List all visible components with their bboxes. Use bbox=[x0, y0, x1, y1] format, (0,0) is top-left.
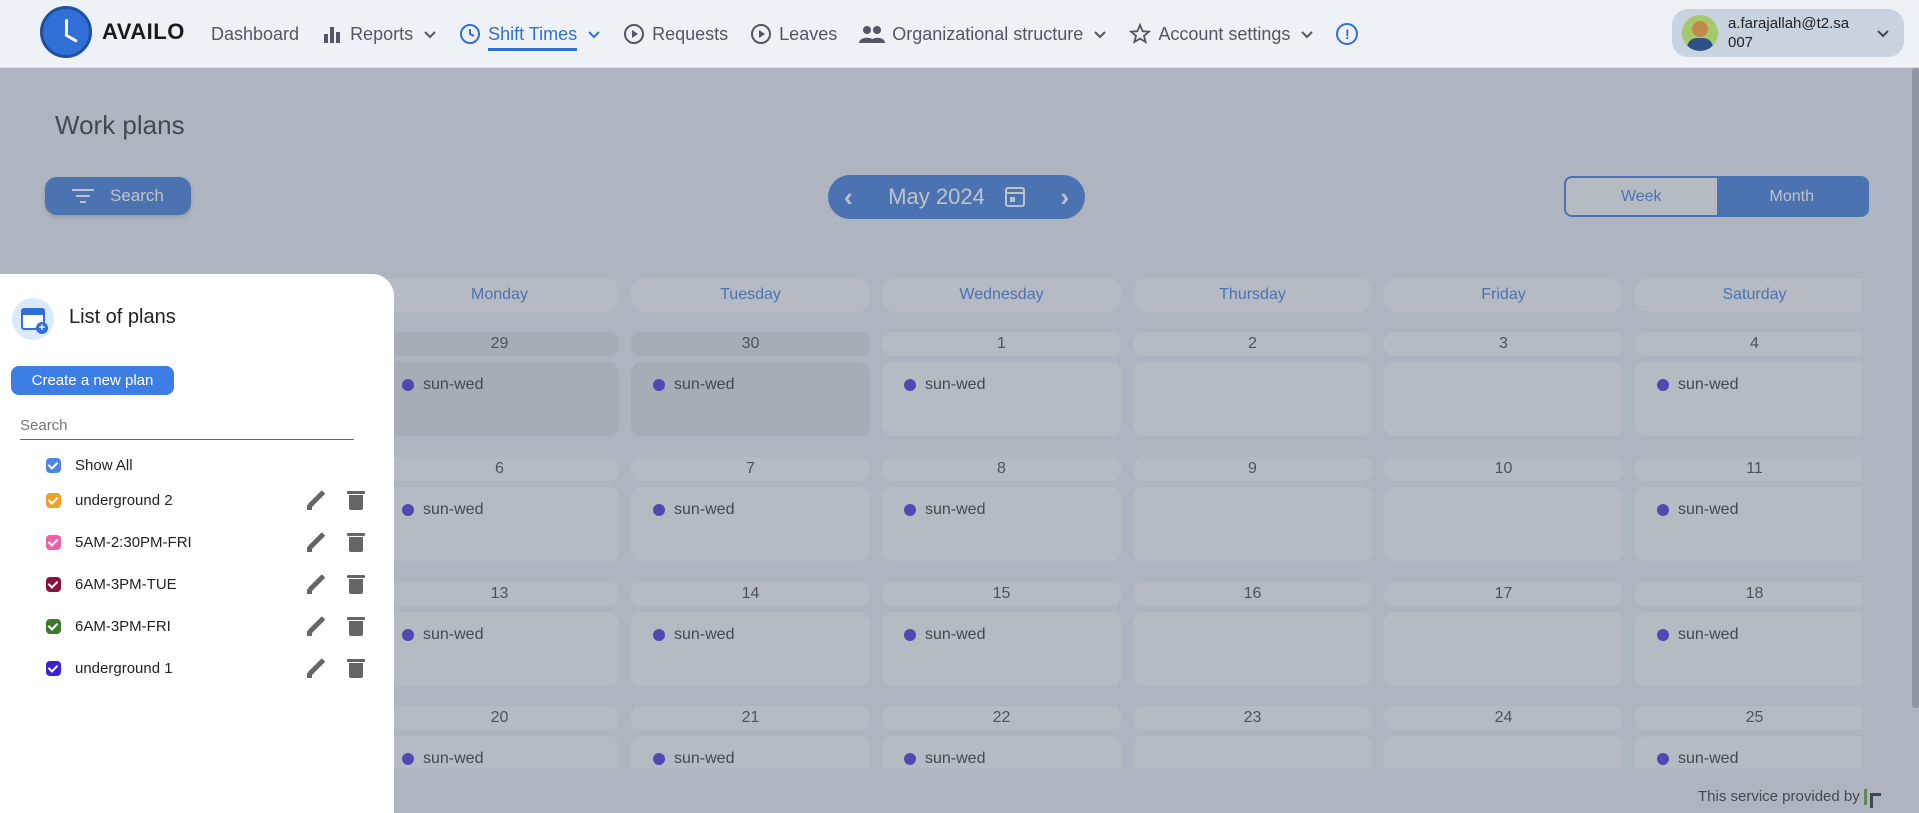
plan-label: 6AM-3PM-TUE bbox=[75, 575, 177, 593]
chevron-down-icon bbox=[1300, 27, 1314, 41]
nav-requests[interactable]: Requests bbox=[623, 0, 728, 68]
create-plan-button[interactable]: Create a new plan bbox=[11, 366, 174, 395]
nav-shift-times[interactable]: Shift Times bbox=[459, 0, 601, 68]
play-circle-icon bbox=[750, 23, 772, 45]
nav-leaves[interactable]: Leaves bbox=[750, 0, 837, 68]
edit-icon[interactable] bbox=[306, 574, 326, 594]
logo-clock-icon bbox=[40, 6, 92, 58]
top-navigation-bar: AVAILO Dashboard Reports Shift Times Req… bbox=[0, 0, 1919, 68]
play-circle-icon bbox=[623, 23, 645, 45]
nav-label: Shift Times bbox=[488, 24, 578, 51]
plan-label: Show All bbox=[75, 456, 133, 474]
user-email: a.farajallah@t2.sa bbox=[1728, 15, 1850, 32]
avatar bbox=[1682, 15, 1718, 51]
delete-icon[interactable] bbox=[347, 616, 365, 636]
user-info: a.farajallah@t2.sa 007 bbox=[1728, 14, 1849, 52]
plan-checkbox[interactable] bbox=[46, 534, 61, 550]
plan-item[interactable]: Show All bbox=[46, 450, 376, 480]
chevron-down-icon bbox=[423, 27, 437, 41]
user-menu[interactable]: a.farajallah@t2.sa 007 bbox=[1672, 9, 1904, 57]
delete-icon[interactable] bbox=[347, 532, 365, 552]
nav-label: Dashboard bbox=[211, 23, 300, 44]
chevron-down-icon bbox=[1876, 26, 1890, 45]
user-id: 007 bbox=[1728, 34, 1754, 51]
delete-icon[interactable] bbox=[347, 490, 365, 510]
main-nav: Dashboard Reports Shift Times Requests L… bbox=[211, 0, 1359, 68]
bar-chart-icon bbox=[321, 23, 343, 45]
chevron-down-icon bbox=[1093, 27, 1107, 41]
plan-checkbox[interactable] bbox=[46, 576, 61, 592]
brand-name: AVAILO bbox=[102, 19, 185, 44]
plan-checkbox[interactable] bbox=[46, 457, 61, 473]
app-logo[interactable]: AVAILO bbox=[40, 6, 185, 58]
plan-label: 6AM-3PM-FRI bbox=[75, 617, 171, 635]
nav-label: Organizational structure bbox=[892, 23, 1084, 44]
plans-panel: + List of plans Create a new plan Show A… bbox=[0, 274, 394, 813]
nav-label: Leaves bbox=[779, 23, 838, 44]
nav-organizational-structure[interactable]: Organizational structure bbox=[859, 0, 1107, 68]
panel-title: List of plans bbox=[69, 306, 176, 328]
chevron-down-icon bbox=[587, 27, 601, 41]
nav-account-settings[interactable]: Account settings bbox=[1129, 0, 1314, 68]
plan-search-input[interactable] bbox=[20, 412, 354, 440]
edit-icon[interactable] bbox=[306, 490, 326, 510]
people-icon bbox=[859, 23, 886, 45]
nav-label: Requests bbox=[652, 23, 729, 44]
plan-checkbox[interactable] bbox=[46, 492, 61, 508]
info-icon[interactable]: ! bbox=[1336, 23, 1359, 45]
nav-dashboard[interactable]: Dashboard bbox=[211, 0, 299, 68]
nav-reports[interactable]: Reports bbox=[321, 0, 437, 68]
edit-icon[interactable] bbox=[306, 658, 326, 678]
plan-checkbox[interactable] bbox=[46, 618, 61, 634]
nav-label: Account settings bbox=[1158, 23, 1291, 44]
plan-label: underground 2 bbox=[75, 491, 173, 509]
delete-icon[interactable] bbox=[347, 574, 365, 594]
clock-icon bbox=[459, 23, 481, 45]
star-icon bbox=[1129, 23, 1152, 45]
plan-label: 5AM-2:30PM-FRI bbox=[75, 533, 192, 551]
delete-icon[interactable] bbox=[347, 658, 365, 678]
calendar-plus-icon: + bbox=[12, 298, 54, 340]
edit-icon[interactable] bbox=[306, 616, 326, 636]
edit-icon[interactable] bbox=[306, 532, 326, 552]
plan-checkbox[interactable] bbox=[46, 660, 61, 676]
nav-label: Reports bbox=[350, 23, 414, 44]
plan-label: underground 1 bbox=[75, 659, 173, 677]
